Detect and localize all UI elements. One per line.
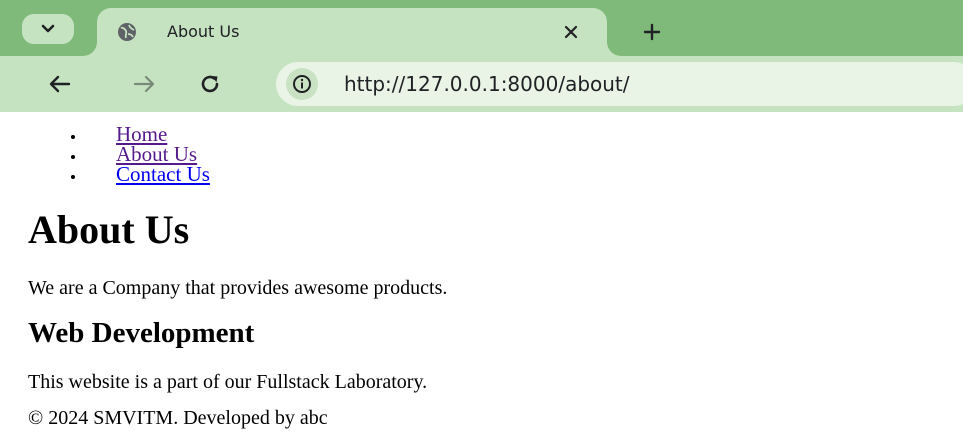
arrow-left-icon xyxy=(49,75,71,93)
info-icon xyxy=(293,75,311,93)
toolbar: http://127.0.0.1:8000/about/ xyxy=(0,56,963,112)
globe-icon xyxy=(118,23,136,41)
tab-search-button[interactable] xyxy=(22,14,74,44)
plus-icon xyxy=(643,23,661,41)
footer-text: © 2024 SMVITM. Developed by abc xyxy=(28,407,328,429)
new-tab-button[interactable] xyxy=(640,20,664,44)
nav-item-about: About Us xyxy=(86,144,210,165)
tab-close-button[interactable] xyxy=(561,22,581,42)
site-info-button[interactable] xyxy=(286,68,318,100)
nav-item-contact: Contact Us xyxy=(86,162,210,186)
address-bar[interactable]: http://127.0.0.1:8000/about/ xyxy=(276,62,963,106)
url-text: http://127.0.0.1:8000/about/ xyxy=(344,72,630,96)
back-button[interactable] xyxy=(46,70,74,98)
chevron-down-icon xyxy=(41,24,55,33)
section-paragraph: This website is a part of our Fullstack … xyxy=(28,371,428,393)
arrow-right-icon xyxy=(133,75,155,93)
browser-chrome: About Us http://127.0.0.1:8000/about/ xyxy=(0,0,963,112)
page-content: Home About Us Contact Us About Us We are… xyxy=(0,112,963,432)
nav-item-home: Home xyxy=(86,124,210,145)
tab-about-us[interactable]: About Us xyxy=(97,8,607,56)
nav-list: Home About Us Contact Us xyxy=(86,124,210,186)
tab-title: About Us xyxy=(167,22,240,41)
forward-button[interactable] xyxy=(130,70,158,98)
intro-paragraph: We are a Company that provides awesome p… xyxy=(28,277,448,299)
reload-icon xyxy=(201,75,219,93)
tab-strip: About Us xyxy=(0,0,963,56)
reload-button[interactable] xyxy=(196,70,224,98)
section-heading: Web Development xyxy=(28,317,255,349)
close-icon xyxy=(564,25,578,39)
page-title: About Us xyxy=(28,207,190,252)
nav-link-contact[interactable]: Contact Us xyxy=(116,162,210,186)
